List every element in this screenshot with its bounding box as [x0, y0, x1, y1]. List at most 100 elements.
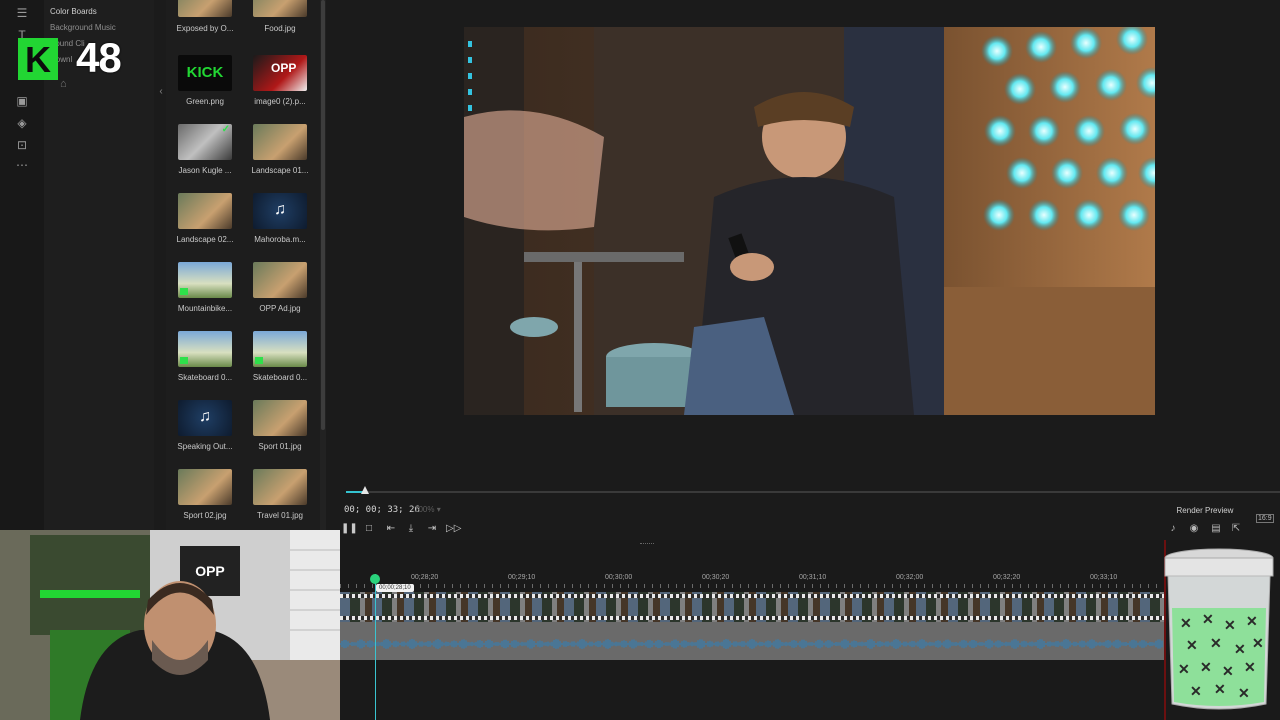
- media-room-icon[interactable]: ☰: [14, 6, 30, 20]
- media-tile-label: Landscape 01...: [251, 166, 309, 175]
- svg-text:✕: ✕: [1214, 681, 1226, 697]
- media-thumbnail: ♫: [253, 193, 307, 229]
- snapshot-icon[interactable]: ◉: [1187, 522, 1201, 536]
- svg-text:✕: ✕: [1234, 641, 1246, 657]
- display-settings-icon[interactable]: ▤: [1209, 522, 1223, 536]
- panel-resize-handle[interactable]: [640, 543, 654, 546]
- undock-icon[interactable]: ⇱: [1229, 522, 1243, 536]
- media-tile[interactable]: Skateboard 0...: [241, 331, 311, 391]
- ruler-time-label: 00;33;10: [1090, 574, 1118, 581]
- render-preview-button[interactable]: Render Preview: [1171, 503, 1239, 519]
- media-thumbnail: KICK: [178, 55, 232, 91]
- ruler-time-label: 00;29;10: [508, 574, 536, 581]
- media-tile[interactable]: Landscape 01...: [241, 124, 311, 184]
- media-thumbnail: [253, 331, 307, 367]
- webcam-overlay: OPP: [0, 530, 340, 720]
- media-thumbnail: [178, 469, 232, 505]
- timeline-ruler-ticks: [340, 584, 1164, 588]
- media-thumbnail: OPP: [253, 55, 307, 91]
- stop-button[interactable]: □: [362, 522, 376, 536]
- media-tile[interactable]: KICK Green.png: [166, 55, 236, 115]
- media-thumbnail: [178, 0, 232, 17]
- media-tile[interactable]: Sport 01.jpg: [241, 400, 311, 460]
- media-scrollbar-thumb[interactable]: [321, 0, 325, 430]
- media-tile[interactable]: Sport 02.jpg: [166, 469, 236, 529]
- media-thumbnail: [253, 124, 307, 160]
- media-tile-label: Food.jpg: [264, 24, 296, 33]
- split-button[interactable]: ⤓: [404, 522, 418, 536]
- svg-text:✕: ✕: [1252, 635, 1264, 651]
- media-tile[interactable]: Skateboard 0...: [166, 331, 236, 391]
- media-tile-label: Exposed by O...: [176, 24, 234, 33]
- media-tile[interactable]: Food.jpg: [241, 0, 311, 57]
- kick-logo-letter: K: [25, 39, 51, 80]
- kick-logo-icon: K: [18, 38, 58, 80]
- media-tile-label: Mahoroba.m...: [254, 235, 306, 244]
- ruler-time-label: 00;31;10: [799, 574, 827, 581]
- svg-text:✕: ✕: [1186, 637, 1198, 653]
- pause-button[interactable]: ❚❚: [341, 522, 358, 536]
- media-tile-label: Speaking Out...: [177, 442, 233, 451]
- music-note-icon: ♫: [199, 408, 211, 425]
- category-background-music[interactable]: Background Music: [50, 23, 116, 32]
- media-thumbnail: [178, 262, 232, 298]
- kick-jar-overlay: ✕ ✕ ✕ ✕ ✕ ✕ ✕ ✕ ✕ ✕ ✕ ✕ ✕ ✕ ✕: [1164, 548, 1274, 710]
- zoom-value: 100%: [414, 505, 435, 514]
- video-type-badge: [255, 357, 263, 364]
- ruler-time-label: 00;28;20: [411, 574, 439, 581]
- media-tile-label: Travel 01.jpg: [257, 511, 303, 520]
- media-thumbnail: ✓: [178, 124, 232, 160]
- ruler-time-label: 00;30;20: [702, 574, 730, 581]
- media-tile[interactable]: OPP Ad.jpg: [241, 262, 311, 322]
- preview-seek-handle[interactable]: [361, 486, 369, 494]
- in-use-check-icon: ✓: [221, 124, 230, 135]
- volume-icon[interactable]: ♪: [1166, 522, 1180, 536]
- svg-text:✕: ✕: [1246, 613, 1258, 629]
- video-type-badge: [180, 288, 188, 295]
- video-preview-frame: [464, 27, 1155, 415]
- pip-room-icon[interactable]: ▣: [14, 94, 30, 108]
- svg-text:✕: ✕: [1224, 617, 1236, 633]
- svg-text:✕: ✕: [1222, 663, 1234, 679]
- media-tile[interactable]: Landscape 02...: [166, 193, 236, 253]
- next-frame-button[interactable]: ⇥: [425, 522, 439, 536]
- media-tile-label: Sport 01.jpg: [258, 442, 302, 451]
- media-tile[interactable]: ✓ Jason Kugle ...: [166, 124, 236, 184]
- media-thumbnail: [253, 400, 307, 436]
- effects-room-icon[interactable]: ◈: [14, 116, 30, 130]
- media-thumbnail: [253, 469, 307, 505]
- tag-icon[interactable]: ⌂: [60, 78, 67, 90]
- audio-waveform: [340, 639, 1163, 649]
- aspect-ratio-button[interactable]: 16:9: [1256, 514, 1274, 523]
- media-tile[interactable]: Travel 01.jpg: [241, 469, 311, 529]
- more-icon[interactable]: ⋯: [14, 158, 30, 172]
- media-tile[interactable]: ♫ Mahoroba.m...: [241, 193, 311, 253]
- svg-text:✕: ✕: [1180, 615, 1192, 631]
- svg-text:✕: ✕: [1210, 635, 1222, 651]
- media-tile[interactable]: ♫ Speaking Out...: [166, 400, 236, 460]
- playhead-handle[interactable]: [370, 574, 380, 584]
- preview-seek-bar[interactable]: [346, 491, 1280, 493]
- media-tile-label: image0 (2).p...: [254, 97, 306, 106]
- playhead-time-tooltip: 00;00;28;10: [376, 584, 414, 592]
- media-tile[interactable]: Mountainbike...: [166, 262, 236, 322]
- transition-room-icon[interactable]: ⊡: [14, 138, 30, 152]
- svg-text:✕: ✕: [1238, 685, 1250, 701]
- media-tile[interactable]: OPP image0 (2).p...: [241, 55, 311, 115]
- previous-frame-button[interactable]: ⇤: [384, 522, 398, 536]
- category-color-boards[interactable]: Color Boards: [50, 7, 97, 16]
- media-tile-label: Mountainbike...: [177, 304, 233, 313]
- media-tile-label: Jason Kugle ...: [178, 166, 232, 175]
- clip-filmstrip-sprockets-bottom: [340, 616, 1164, 620]
- kick-thumbnail-text: KICK: [186, 64, 224, 81]
- collapse-panel-icon[interactable]: ‹: [156, 86, 166, 102]
- media-tile[interactable]: Exposed by O...: [166, 0, 236, 57]
- preview-zoom-dropdown[interactable]: 100% ▾: [414, 505, 441, 514]
- stream-overlay-number: 48: [76, 34, 122, 81]
- fast-forward-button[interactable]: ▷▷: [446, 522, 461, 536]
- media-tile-label: Landscape 02...: [176, 235, 234, 244]
- media-thumbnail: [178, 193, 232, 229]
- media-tile-label: Skateboard 0...: [177, 373, 233, 382]
- svg-text:✕: ✕: [1202, 611, 1214, 627]
- timeline-playhead[interactable]: [375, 574, 376, 720]
